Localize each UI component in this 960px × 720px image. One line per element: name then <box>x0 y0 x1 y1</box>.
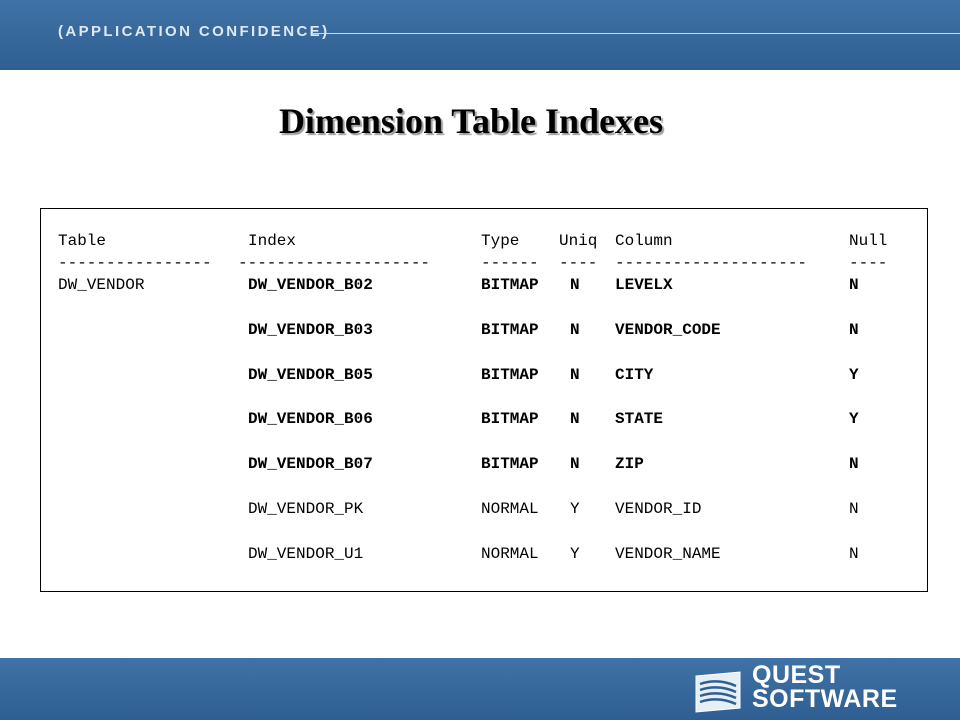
separator-null: ---- <box>849 254 888 272</box>
row-type: BITMAP <box>481 455 539 473</box>
header-row: Table Index Type Uniq Column Null <box>58 231 918 251</box>
separator-index: -------------------- <box>238 254 431 272</box>
row-index: DW_VENDOR_B07 <box>248 455 373 473</box>
row-column: VENDOR_NAME <box>615 545 721 563</box>
row-type: NORMAL <box>481 545 539 563</box>
table-row: DW_VENDOR_B05 BITMAP N CITY Y <box>58 365 918 385</box>
row-index: DW_VENDOR_B03 <box>248 321 373 339</box>
row-null: N <box>849 321 859 339</box>
row-column: LEVELX <box>615 276 673 294</box>
separator-type: ------ <box>481 254 539 272</box>
row-null: N <box>849 500 859 518</box>
row-null: Y <box>849 410 859 428</box>
separator-uniq: ---- <box>559 254 598 272</box>
header-uniq: Uniq <box>559 232 598 250</box>
row-type: NORMAL <box>481 500 539 518</box>
separator-column: -------------------- <box>615 254 808 272</box>
row-index: DW_VENDOR_B06 <box>248 410 373 428</box>
row-null: N <box>849 276 859 294</box>
row-column: VENDOR_CODE <box>615 321 721 339</box>
slide-title: Dimension Table Indexes <box>278 101 664 141</box>
table-row: DW_VENDOR_U1 NORMAL Y VENDOR_NAME N <box>58 544 918 564</box>
row-table: DW_VENDOR <box>58 276 145 294</box>
logo-line-quest: QUEST <box>752 661 841 689</box>
table-row: DW_VENDOR_B06 BITMAP N STATE Y <box>58 409 918 429</box>
row-index: DW_VENDOR_PK <box>248 500 364 518</box>
row-column: CITY <box>615 366 654 384</box>
row-column: STATE <box>615 410 664 428</box>
row-type: BITMAP <box>481 276 539 294</box>
row-null: N <box>849 545 859 563</box>
quest-logo-text: QUEST SOFTWARE <box>752 661 898 713</box>
table-row: DW_VENDOR_PK NORMAL Y VENDOR_ID N <box>58 499 918 519</box>
row-null: Y <box>849 366 859 384</box>
separator-table: ---------------- <box>58 254 212 272</box>
row-type: BITMAP <box>481 410 539 428</box>
row-null: N <box>849 455 859 473</box>
tagline: (APPLICATION CONFIDENCE) <box>58 23 330 40</box>
header-table: Table <box>58 232 107 250</box>
tagline-rule <box>312 33 960 34</box>
row-column: ZIP <box>615 455 644 473</box>
row-uniq: N <box>570 276 580 294</box>
row-column: VENDOR_ID <box>615 500 702 518</box>
row-uniq: Y <box>570 500 580 518</box>
row-uniq: Y <box>570 545 580 563</box>
row-uniq: N <box>570 455 580 473</box>
row-index: DW_VENDOR_B05 <box>248 366 373 384</box>
table-row: DW_VENDOR_B03 BITMAP N VENDOR_CODE N <box>58 320 918 340</box>
table-row: DW_VENDOR DW_VENDOR_B02 BITMAP N LEVELX … <box>58 275 918 295</box>
row-type: BITMAP <box>481 321 539 339</box>
row-uniq: N <box>570 321 580 339</box>
row-uniq: N <box>570 410 580 428</box>
header-null: Null <box>849 232 888 250</box>
index-listing: Table Index Type Uniq Column Null ------… <box>40 208 928 592</box>
quest-logo-icon <box>695 671 741 713</box>
separator-row: ---------------- -------------------- --… <box>58 253 918 273</box>
row-uniq: N <box>570 366 580 384</box>
row-index: DW_VENDOR_B02 <box>248 276 373 294</box>
header-column: Column <box>615 232 673 250</box>
header-index: Index <box>248 232 297 250</box>
logo-line-software: SOFTWARE <box>752 685 898 713</box>
row-type: BITMAP <box>481 366 539 384</box>
row-index: DW_VENDOR_U1 <box>248 545 364 563</box>
header-type: Type <box>481 232 520 250</box>
table-row: DW_VENDOR_B07 BITMAP N ZIP N <box>58 454 918 474</box>
